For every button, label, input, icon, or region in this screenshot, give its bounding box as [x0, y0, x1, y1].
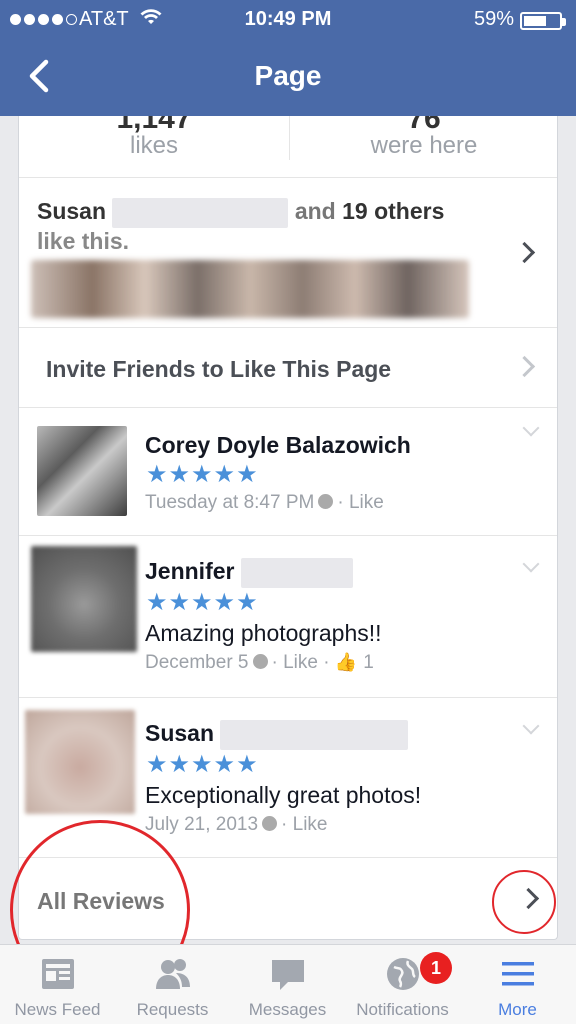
battery-percent: 59%: [473, 8, 514, 30]
globe-icon: [262, 816, 278, 831]
friend-photos-strip[interactable]: [31, 260, 469, 318]
redacted-name: [112, 198, 289, 228]
tab-news-feed[interactable]: News Feed: [0, 945, 115, 1024]
checkins-label: were here: [370, 132, 478, 159]
friends-like-line2: like this.: [37, 228, 130, 254]
tab-label: News Feed: [14, 1000, 101, 1019]
globe-icon: [386, 958, 419, 990]
reviewer-first-name: Susan: [145, 720, 215, 747]
chevron-right-icon: [519, 242, 533, 264]
chevron-down-icon[interactable]: [522, 419, 540, 437]
friends-like-suffix: and: [294, 198, 336, 225]
star-rating: ★★★★★: [146, 461, 259, 488]
tab-label: Notifications: [356, 1000, 449, 1019]
like-link[interactable]: Like: [293, 814, 328, 835]
invite-friends-row[interactable]: Invite Friends to Like This Page: [19, 328, 557, 408]
invite-friends-label: Invite Friends to Like This Page: [46, 356, 392, 382]
review-item[interactable]: Jennifer ★★★★★ Amazing photographs!! Dec…: [19, 536, 557, 698]
reviewer-avatar[interactable]: [25, 710, 135, 814]
annotation-circle: [492, 870, 556, 934]
reviewer-first-name: Jennifer: [145, 558, 235, 585]
review-text: Exceptionally great photos!: [145, 782, 422, 808]
review-date[interactable]: Tuesday at 8:47 PM: [145, 492, 314, 513]
like-count[interactable]: 1: [363, 652, 374, 673]
likes-label: likes: [129, 132, 178, 159]
chevron-down-icon[interactable]: [522, 717, 540, 735]
review-item[interactable]: Corey Doyle Balazowich ★★★★★ Tuesday at …: [19, 408, 557, 536]
status-bar: AT&T 10:49 PM 59%: [0, 6, 576, 32]
page-title: Page: [254, 60, 322, 91]
tab-messages[interactable]: Messages: [230, 945, 345, 1024]
reviewer-name[interactable]: Susan: [145, 720, 409, 750]
review-meta: December 5 · Like · 👍 1: [145, 652, 374, 673]
menu-icon: [501, 962, 534, 986]
battery-icon: [520, 12, 566, 30]
friend-first-name: Susan: [37, 198, 107, 225]
tab-label: More: [498, 1000, 537, 1019]
star-rating: ★★★★★: [146, 751, 259, 778]
checkins-stat[interactable]: 76 were here: [289, 116, 557, 178]
review-meta: July 21, 2013 · Like: [145, 814, 328, 835]
reviewer-avatar[interactable]: [37, 426, 127, 516]
friends-like-count: 19 others: [342, 198, 445, 225]
news-feed-icon: [41, 959, 74, 989]
likes-stat[interactable]: 1,147 likes: [19, 116, 289, 178]
tab-more[interactable]: More: [460, 945, 575, 1024]
like-link[interactable]: Like: [283, 652, 318, 673]
chevron-down-icon[interactable]: [522, 555, 540, 573]
thumbs-up-icon: 👍: [334, 652, 358, 672]
review-text: Amazing photographs!!: [145, 620, 382, 646]
globe-icon: [318, 494, 334, 509]
notification-badge: 1: [420, 952, 452, 984]
top-bar: AT&T 10:49 PM 59% Page: [0, 0, 576, 116]
tab-label: Requests: [136, 1000, 209, 1019]
friend-requests-icon: [155, 959, 190, 989]
star-rating: ★★★★★: [146, 589, 259, 616]
friends-like-text: Susan and 19 others: [37, 198, 444, 228]
tab-bar: News Feed Requests Messages Notification…: [0, 944, 576, 1024]
redacted-name: [220, 720, 409, 750]
friends-like-row[interactable]: Susan and 19 others like this.: [19, 178, 557, 328]
review-date[interactable]: July 21, 2013: [145, 814, 258, 835]
reviewer-name[interactable]: Jennifer: [145, 558, 353, 588]
redacted-name: [240, 558, 353, 588]
stats-row: 1,147 likes 76 were here: [19, 116, 557, 178]
page-card: 1,147 likes 76 were here Susan and 19 ot…: [18, 116, 558, 940]
review-date[interactable]: December 5: [145, 652, 249, 673]
globe-icon: [252, 654, 268, 669]
tab-requests[interactable]: Requests: [115, 945, 230, 1024]
messages-icon: [271, 960, 304, 990]
like-link[interactable]: Like: [349, 492, 384, 513]
reviewer-name[interactable]: Corey Doyle Balazowich: [145, 432, 411, 459]
reviewer-avatar[interactable]: [31, 546, 137, 652]
tab-label: Messages: [248, 1000, 327, 1019]
chevron-right-icon: [519, 356, 533, 378]
review-meta: Tuesday at 8:47 PM · Like: [145, 492, 384, 513]
navigation-bar: Page: [0, 40, 576, 116]
